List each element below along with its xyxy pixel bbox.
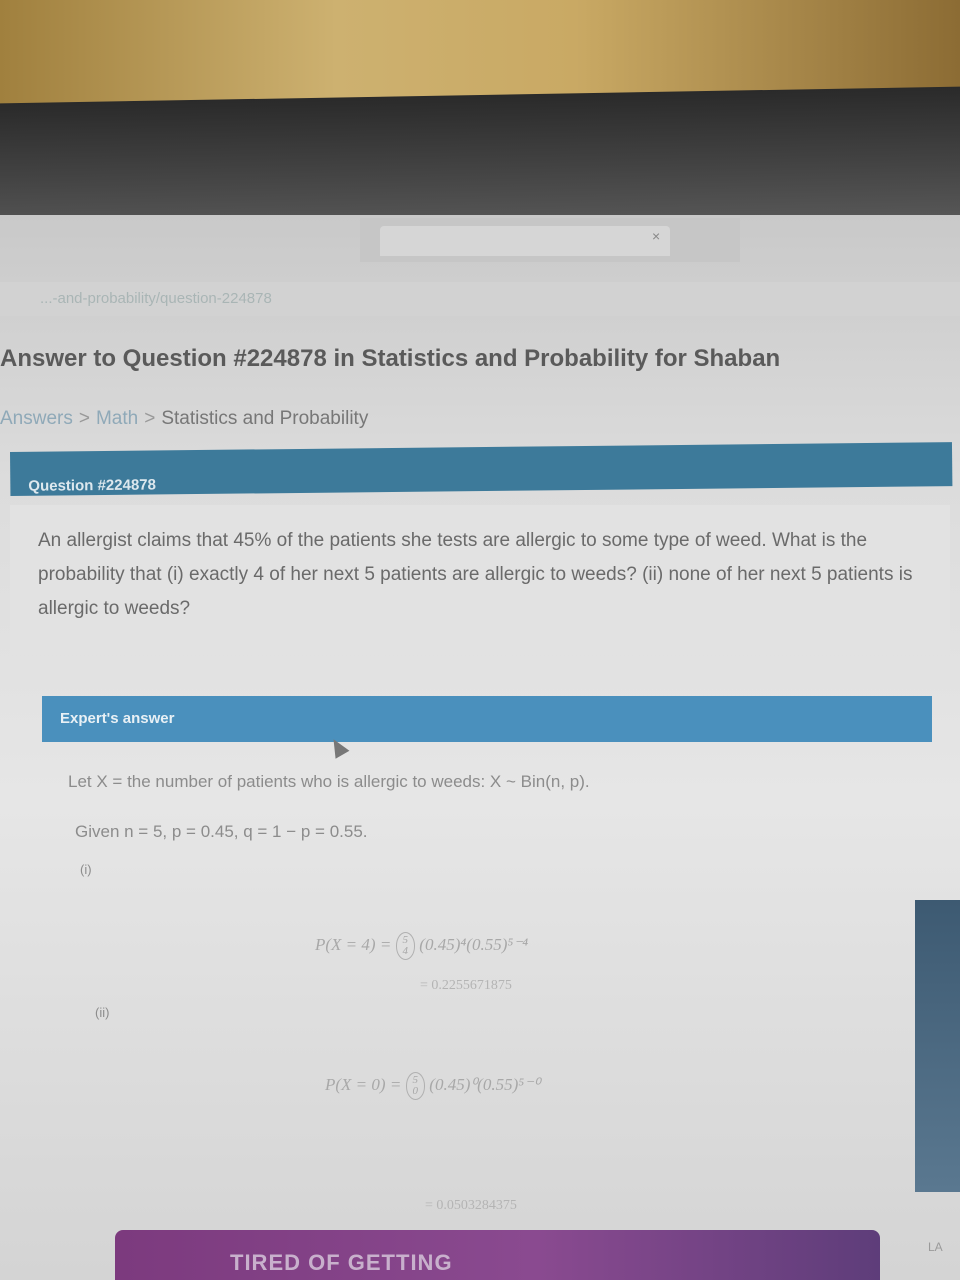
expert-answer-header: Expert's answer	[42, 696, 932, 742]
binomial-coefficient-ii: 5 0	[405, 1072, 426, 1100]
page-title: Answer to Question #224878 in Statistics…	[0, 345, 781, 372]
binom-ii-bottom: 0	[412, 1085, 419, 1097]
promo-banner[interactable]: TIRED OF GETTING	[115, 1230, 880, 1280]
breadcrumb-math[interactable]: Math	[96, 408, 138, 429]
breadcrumb: Answers > Math > Statistics and Probability	[0, 408, 368, 430]
result-part-ii: = 0.0503284375	[425, 1198, 517, 1213]
formula-ii-rhs: (0.45)⁰(0.55)⁵⁻⁰	[429, 1074, 540, 1094]
breadcrumb-separator: >	[78, 408, 90, 429]
formula-part-ii: P(X = 0) = 5 0 (0.45)⁰(0.55)⁵⁻⁰	[325, 1072, 540, 1100]
binom-i-bottom: 4	[402, 945, 409, 957]
answer-given-line: Given n = 5, p = 0.45, q = 1 − p = 0.55.	[75, 822, 368, 841]
binomial-coefficient-i: 5 4	[395, 932, 416, 960]
formula-i-lhs: P(X = 4) =	[315, 934, 392, 954]
expert-answer-title: Expert's answer	[60, 710, 175, 727]
breadcrumb-answers[interactable]: Answers	[0, 408, 73, 429]
answer-definition-line: Let X = the number of patients who is al…	[68, 772, 590, 791]
screen	[0, 215, 960, 1280]
side-panel-label: LA	[928, 1240, 943, 1254]
side-ad-panel[interactable]	[915, 900, 960, 1192]
browser-tab[interactable]	[380, 226, 670, 256]
formula-i-rhs: (0.45)⁴(0.55)⁵⁻⁴	[419, 934, 529, 954]
formula-ii-lhs: P(X = 0) =	[325, 1074, 402, 1094]
promo-banner-text: TIRED OF GETTING	[230, 1250, 453, 1275]
question-text: An allergist claims that 45% of the pati…	[38, 530, 913, 619]
breadcrumb-current: Statistics and Probability	[161, 408, 369, 429]
part-i-label: (i)	[80, 862, 92, 877]
formula-part-i: P(X = 4) = 5 4 (0.45)⁴(0.55)⁵⁻⁴	[315, 932, 528, 960]
tab-close-icon[interactable]: ×	[652, 228, 660, 244]
question-number: Question #224878	[28, 476, 157, 495]
result-part-i: = 0.2255671875	[420, 978, 512, 993]
part-ii-label: (ii)	[95, 1005, 110, 1020]
address-bar-url: ...-and-probability/question-224878	[40, 290, 272, 307]
breadcrumb-separator: >	[144, 408, 156, 429]
